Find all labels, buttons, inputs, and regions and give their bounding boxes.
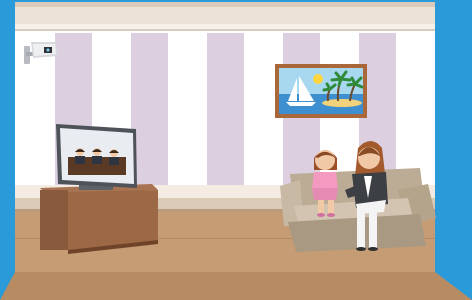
right-wall [435,0,472,300]
left-wall [0,0,15,282]
television [56,124,137,190]
scene [0,0,472,300]
ceiling [15,2,435,31]
tv-stand [40,184,158,254]
room-illustration [0,0,472,300]
sun-icon [313,74,323,84]
beach-painting [275,64,367,118]
tv-screen-people [68,148,126,175]
